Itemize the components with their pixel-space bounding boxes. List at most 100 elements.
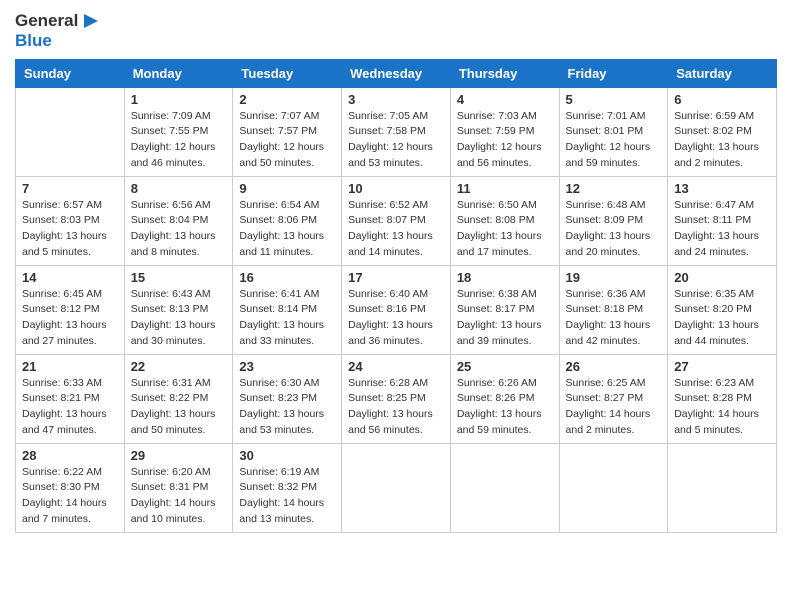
sunrise: Sunrise: 6:23 AM xyxy=(674,377,754,389)
daylight: Daylight: 12 hours and 56 minutes. xyxy=(457,141,542,169)
daylight: Daylight: 14 hours and 13 minutes. xyxy=(239,497,324,525)
day-number: 12 xyxy=(566,181,662,196)
day-info: Sunrise: 6:28 AM Sunset: 8:25 PM Dayligh… xyxy=(348,376,444,439)
daylight: Daylight: 13 hours and 14 minutes. xyxy=(348,230,433,258)
calendar-cell: 22 Sunrise: 6:31 AM Sunset: 8:22 PM Dayl… xyxy=(124,354,233,443)
day-info: Sunrise: 6:47 AM Sunset: 8:11 PM Dayligh… xyxy=(674,198,770,261)
sunrise: Sunrise: 7:09 AM xyxy=(131,110,211,122)
day-number: 19 xyxy=(566,270,662,285)
day-number: 3 xyxy=(348,92,444,107)
sunset: Sunset: 8:21 PM xyxy=(22,392,100,404)
daylight: Daylight: 13 hours and 11 minutes. xyxy=(239,230,324,258)
day-number: 7 xyxy=(22,181,118,196)
calendar-header-monday: Monday xyxy=(124,59,233,87)
calendar-cell: 19 Sunrise: 6:36 AM Sunset: 8:18 PM Dayl… xyxy=(559,265,668,354)
daylight: Daylight: 13 hours and 20 minutes. xyxy=(566,230,651,258)
day-info: Sunrise: 6:26 AM Sunset: 8:26 PM Dayligh… xyxy=(457,376,553,439)
day-info: Sunrise: 6:45 AM Sunset: 8:12 PM Dayligh… xyxy=(22,287,118,350)
day-info: Sunrise: 7:05 AM Sunset: 7:58 PM Dayligh… xyxy=(348,109,444,172)
sunrise: Sunrise: 6:50 AM xyxy=(457,199,537,211)
day-info: Sunrise: 6:57 AM Sunset: 8:03 PM Dayligh… xyxy=(22,198,118,261)
calendar-cell: 24 Sunrise: 6:28 AM Sunset: 8:25 PM Dayl… xyxy=(342,354,451,443)
calendar-cell: 13 Sunrise: 6:47 AM Sunset: 8:11 PM Dayl… xyxy=(668,176,777,265)
sunrise: Sunrise: 6:48 AM xyxy=(566,199,646,211)
sunset: Sunset: 8:28 PM xyxy=(674,392,752,404)
day-info: Sunrise: 6:48 AM Sunset: 8:09 PM Dayligh… xyxy=(566,198,662,261)
daylight: Daylight: 13 hours and 24 minutes. xyxy=(674,230,759,258)
sunrise: Sunrise: 6:31 AM xyxy=(131,377,211,389)
day-info: Sunrise: 6:33 AM Sunset: 8:21 PM Dayligh… xyxy=(22,376,118,439)
sunrise: Sunrise: 6:19 AM xyxy=(239,466,319,478)
daylight: Daylight: 12 hours and 53 minutes. xyxy=(348,141,433,169)
calendar-cell xyxy=(559,443,668,532)
daylight: Daylight: 13 hours and 27 minutes. xyxy=(22,319,107,347)
sunset: Sunset: 8:14 PM xyxy=(239,303,317,315)
calendar-header-thursday: Thursday xyxy=(450,59,559,87)
day-info: Sunrise: 6:23 AM Sunset: 8:28 PM Dayligh… xyxy=(674,376,770,439)
calendar-header-saturday: Saturday xyxy=(668,59,777,87)
sunset: Sunset: 8:09 PM xyxy=(566,214,644,226)
sunrise: Sunrise: 6:54 AM xyxy=(239,199,319,211)
day-number: 21 xyxy=(22,359,118,374)
sunset: Sunset: 8:30 PM xyxy=(22,481,100,493)
day-number: 8 xyxy=(131,181,227,196)
sunrise: Sunrise: 6:56 AM xyxy=(131,199,211,211)
calendar-cell: 16 Sunrise: 6:41 AM Sunset: 8:14 PM Dayl… xyxy=(233,265,342,354)
sunset: Sunset: 8:07 PM xyxy=(348,214,426,226)
day-number: 10 xyxy=(348,181,444,196)
logo-arrow-icon xyxy=(80,10,102,32)
day-info: Sunrise: 7:09 AM Sunset: 7:55 PM Dayligh… xyxy=(131,109,227,172)
daylight: Daylight: 14 hours and 2 minutes. xyxy=(566,408,651,436)
day-info: Sunrise: 6:35 AM Sunset: 8:20 PM Dayligh… xyxy=(674,287,770,350)
sunrise: Sunrise: 6:30 AM xyxy=(239,377,319,389)
day-number: 29 xyxy=(131,448,227,463)
daylight: Daylight: 13 hours and 47 minutes. xyxy=(22,408,107,436)
sunrise: Sunrise: 6:33 AM xyxy=(22,377,102,389)
logo-text-general: General xyxy=(15,12,78,31)
day-info: Sunrise: 6:31 AM Sunset: 8:22 PM Dayligh… xyxy=(131,376,227,439)
calendar-cell: 7 Sunrise: 6:57 AM Sunset: 8:03 PM Dayli… xyxy=(16,176,125,265)
day-info: Sunrise: 6:36 AM Sunset: 8:18 PM Dayligh… xyxy=(566,287,662,350)
sunset: Sunset: 8:08 PM xyxy=(457,214,535,226)
sunset: Sunset: 8:11 PM xyxy=(674,214,751,226)
day-number: 20 xyxy=(674,270,770,285)
logo-text-blue: Blue xyxy=(15,32,102,51)
day-number: 9 xyxy=(239,181,335,196)
sunset: Sunset: 8:27 PM xyxy=(566,392,644,404)
day-info: Sunrise: 6:56 AM Sunset: 8:04 PM Dayligh… xyxy=(131,198,227,261)
daylight: Daylight: 14 hours and 10 minutes. xyxy=(131,497,216,525)
calendar-cell: 20 Sunrise: 6:35 AM Sunset: 8:20 PM Dayl… xyxy=(668,265,777,354)
daylight: Daylight: 12 hours and 50 minutes. xyxy=(239,141,324,169)
calendar-header-tuesday: Tuesday xyxy=(233,59,342,87)
calendar-cell: 3 Sunrise: 7:05 AM Sunset: 7:58 PM Dayli… xyxy=(342,87,451,176)
calendar-cell: 30 Sunrise: 6:19 AM Sunset: 8:32 PM Dayl… xyxy=(233,443,342,532)
sunset: Sunset: 8:26 PM xyxy=(457,392,535,404)
day-number: 4 xyxy=(457,92,553,107)
sunrise: Sunrise: 6:22 AM xyxy=(22,466,102,478)
daylight: Daylight: 13 hours and 39 minutes. xyxy=(457,319,542,347)
calendar-cell xyxy=(342,443,451,532)
daylight: Daylight: 13 hours and 50 minutes. xyxy=(131,408,216,436)
day-number: 6 xyxy=(674,92,770,107)
day-info: Sunrise: 6:22 AM Sunset: 8:30 PM Dayligh… xyxy=(22,465,118,528)
day-number: 1 xyxy=(131,92,227,107)
day-info: Sunrise: 6:43 AM Sunset: 8:13 PM Dayligh… xyxy=(131,287,227,350)
sunset: Sunset: 8:04 PM xyxy=(131,214,209,226)
calendar-header-friday: Friday xyxy=(559,59,668,87)
day-number: 11 xyxy=(457,181,553,196)
day-number: 23 xyxy=(239,359,335,374)
daylight: Daylight: 12 hours and 59 minutes. xyxy=(566,141,651,169)
sunrise: Sunrise: 7:05 AM xyxy=(348,110,428,122)
sunset: Sunset: 8:06 PM xyxy=(239,214,317,226)
calendar-cell: 26 Sunrise: 6:25 AM Sunset: 8:27 PM Dayl… xyxy=(559,354,668,443)
sunset: Sunset: 8:12 PM xyxy=(22,303,100,315)
sunrise: Sunrise: 6:45 AM xyxy=(22,288,102,300)
day-number: 15 xyxy=(131,270,227,285)
calendar-cell xyxy=(450,443,559,532)
sunset: Sunset: 8:23 PM xyxy=(239,392,317,404)
sunset: Sunset: 8:01 PM xyxy=(566,125,644,137)
calendar-cell: 11 Sunrise: 6:50 AM Sunset: 8:08 PM Dayl… xyxy=(450,176,559,265)
day-number: 30 xyxy=(239,448,335,463)
calendar-cell: 6 Sunrise: 6:59 AM Sunset: 8:02 PM Dayli… xyxy=(668,87,777,176)
day-number: 25 xyxy=(457,359,553,374)
